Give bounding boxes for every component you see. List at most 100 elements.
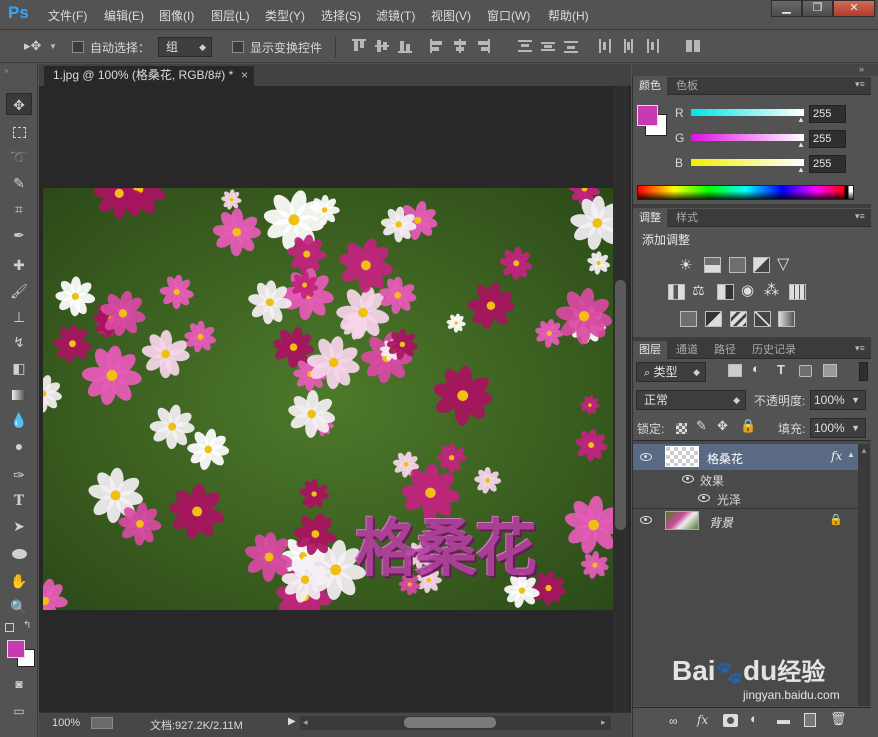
healing-brush-tool-icon[interactable]: ✚ <box>6 254 32 276</box>
eyedropper-tool-icon[interactable]: ✒ <box>6 224 32 246</box>
align-bottom-icon[interactable] <box>398 39 412 53</box>
show-transform-checkbox[interactable] <box>232 41 244 53</box>
blend-mode-dropdown[interactable]: 正常 ◆ <box>636 390 746 410</box>
distribute-right-icon[interactable] <box>645 39 659 53</box>
hand-tool-icon[interactable]: ✋ <box>6 570 32 592</box>
posterize-adjustment-icon[interactable] <box>705 311 722 327</box>
align-vcenter-icon[interactable] <box>375 39 389 53</box>
exposure-adjustment-icon[interactable] <box>753 257 770 273</box>
invert-adjustment-icon[interactable] <box>680 311 697 327</box>
menu-file[interactable]: 文件(F) <box>48 7 87 24</box>
link-layers-icon[interactable]: ∞ <box>669 714 678 728</box>
type-tool-icon[interactable]: T <box>6 490 32 512</box>
zoom-tool-icon[interactable]: 🔍 <box>6 596 32 618</box>
lock-transparency-icon[interactable] <box>676 423 687 434</box>
tab-channels[interactable]: 通道 <box>670 341 704 359</box>
menu-type[interactable]: 类型(Y) <box>265 7 305 24</box>
collapse-dock-icon[interactable]: » <box>859 64 864 74</box>
gradient-tool-icon[interactable] <box>6 383 32 405</box>
opacity-field[interactable]: 100% ▼ <box>810 390 866 410</box>
add-layer-style-icon[interactable]: fx <box>697 713 708 727</box>
photo-filter-adjustment-icon[interactable]: ◉ <box>741 281 754 299</box>
align-left-icon[interactable] <box>430 39 444 53</box>
path-select-tool-icon[interactable]: ➤ <box>6 515 32 537</box>
threshold-adjustment-icon[interactable] <box>730 311 747 327</box>
effects-visibility-eye-icon[interactable] <box>682 475 694 483</box>
black-white-adjustment-icon[interactable] <box>717 284 734 300</box>
vibrance-adjustment-icon[interactable]: ▽ <box>777 254 789 274</box>
status-menu-arrow-icon[interactable]: ▶ <box>288 716 296 727</box>
new-group-icon[interactable]: ▬ <box>777 712 790 727</box>
pen-tool-icon[interactable]: ✑ <box>6 464 32 486</box>
menu-filter[interactable]: 滤镜(T) <box>376 7 415 24</box>
channel-b-value[interactable]: 255 <box>809 155 846 173</box>
brush-tool-icon[interactable]: 🖌 <box>6 280 32 302</box>
filter-shape-icon[interactable] <box>799 365 812 377</box>
layer-filter-dropdown[interactable]: ⌕ 类型 ◆ <box>636 362 706 382</box>
channel-g-value[interactable]: 255 <box>809 130 846 148</box>
panel-menu-icon[interactable]: ▾≡ <box>855 211 865 222</box>
layer-name-text[interactable]: 格桑花 <box>707 450 743 467</box>
align-top-icon[interactable] <box>352 39 366 53</box>
eraser-tool-icon[interactable]: ◧ <box>6 357 32 379</box>
menu-image[interactable]: 图像(I) <box>159 7 194 24</box>
stamp-tool-icon[interactable]: ⊥ <box>6 306 32 328</box>
panel-menu-icon[interactable]: ▾≡ <box>855 343 865 354</box>
collapse-effects-icon[interactable]: ▲ <box>847 450 855 459</box>
filter-adjustment-icon[interactable]: ◐ <box>752 361 760 376</box>
dodge-tool-icon[interactable]: ● <box>6 435 32 457</box>
history-brush-tool-icon[interactable]: ↯ <box>6 331 32 353</box>
distribute-top-icon[interactable] <box>518 39 532 53</box>
auto-align-icon[interactable] <box>686 39 700 53</box>
filter-type-icon[interactable]: T <box>777 362 785 377</box>
tab-color[interactable]: 颜色 <box>633 77 667 95</box>
menu-help[interactable]: 帮助(H) <box>548 7 589 24</box>
filter-pixel-icon[interactable] <box>728 364 742 377</box>
restore-button[interactable]: ❐ <box>802 0 833 17</box>
filter-toggle-switch[interactable] <box>859 362 868 381</box>
document-image[interactable]: 格桑花 <box>43 188 613 610</box>
lasso-tool-icon[interactable]: ➰ <box>6 146 32 168</box>
effect-satin-label[interactable]: 光泽 <box>717 491 741 508</box>
channel-g-slider[interactable] <box>691 134 804 141</box>
curves-adjustment-icon[interactable] <box>729 257 746 273</box>
satin-visibility-eye-icon[interactable] <box>698 494 710 502</box>
color-lookup-adjustment-icon[interactable] <box>789 284 806 300</box>
tab-styles[interactable]: 样式 <box>670 209 704 227</box>
align-hcenter-icon[interactable] <box>453 39 467 53</box>
channel-b-slider[interactable] <box>691 159 804 166</box>
scroll-up-icon[interactable]: ▲ <box>860 446 868 455</box>
foreground-color-swatch[interactable] <box>7 640 25 658</box>
tab-layers[interactable]: 图层 <box>633 341 667 359</box>
tab-swatches[interactable]: 色板 <box>670 77 704 95</box>
minimize-button[interactable]: ▁ <box>771 0 802 17</box>
menu-layer[interactable]: 图层(L) <box>211 7 250 24</box>
auto-select-dropdown[interactable]: 组 ◆ <box>158 37 212 57</box>
gradient-map-adjustment-icon[interactable] <box>778 311 795 327</box>
align-right-icon[interactable] <box>476 39 490 53</box>
quick-select-tool-icon[interactable]: ✎ <box>6 172 32 194</box>
distribute-hcenter-icon[interactable] <box>621 39 635 53</box>
layer-name-background[interactable]: 背景 <box>709 514 733 531</box>
new-layer-icon[interactable] <box>804 713 816 727</box>
distribute-vcenter-icon[interactable] <box>541 39 555 53</box>
document-tab[interactable]: 1.jpg @ 100% (格桑花, RGB/8#) * × <box>44 66 254 86</box>
distribute-bottom-icon[interactable] <box>564 39 578 53</box>
ellipse-tool-icon[interactable] <box>6 542 32 564</box>
delete-layer-icon[interactable]: 🗑 <box>830 711 847 727</box>
panel-menu-icon[interactable]: ▾≡ <box>855 79 865 90</box>
add-mask-icon[interactable] <box>723 714 738 727</box>
zoom-level[interactable]: 100% <box>52 717 80 729</box>
color-panel-foreground-swatch[interactable] <box>637 105 658 126</box>
scrollbar-thumb[interactable] <box>404 717 496 728</box>
lock-pixels-icon[interactable]: ✎ <box>696 418 707 434</box>
tab-paths[interactable]: 路径 <box>708 341 742 359</box>
color-spectrum-ramp[interactable] <box>637 185 854 200</box>
default-colors-icon[interactable] <box>5 623 14 632</box>
tab-history[interactable]: 历史记录 <box>746 341 802 359</box>
collapse-toolbar-icon[interactable]: » <box>4 66 8 75</box>
move-tool-icon[interactable]: ✥ <box>6 93 32 115</box>
quick-mask-icon[interactable]: ◙ <box>6 673 32 695</box>
menu-window[interactable]: 窗口(W) <box>487 7 530 24</box>
vertical-scrollbar-thumb[interactable] <box>615 280 626 530</box>
